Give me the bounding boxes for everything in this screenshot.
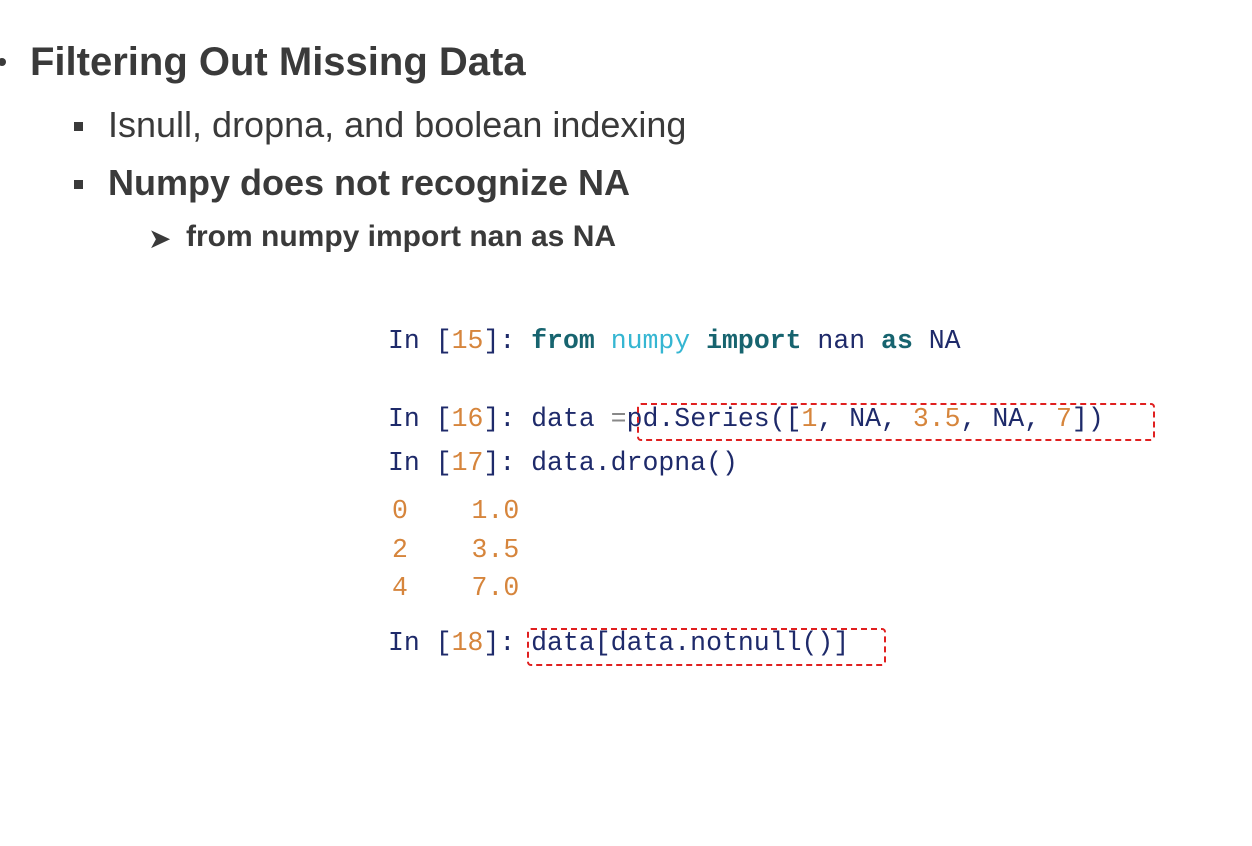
slide-heading: Filtering Out Missing Data — [30, 40, 526, 84]
bullet-dot-icon — [0, 58, 6, 66]
square-bullet-icon — [74, 180, 83, 189]
sub-bullet-import: from numpy import nan as NA — [186, 220, 617, 253]
highlight-box-notnull — [527, 628, 886, 666]
highlight-box-series — [637, 403, 1155, 441]
bullet-isnull: Isnull, dropna, and boolean indexing — [108, 104, 687, 145]
arrow-bullet-icon: ➤ — [148, 223, 172, 254]
output-row: 2 3.5 — [392, 535, 520, 565]
square-bullet-icon — [74, 122, 83, 131]
code-line-15: In [15]: from numpy import nan as NA — [388, 326, 961, 356]
output-row: 4 7.0 — [392, 573, 520, 603]
output-row: 0 1.0 — [392, 496, 520, 526]
code-line-17: In [17]: data.dropna() — [388, 448, 738, 478]
bullet-numpy: Numpy does not recognize NA — [108, 162, 631, 203]
